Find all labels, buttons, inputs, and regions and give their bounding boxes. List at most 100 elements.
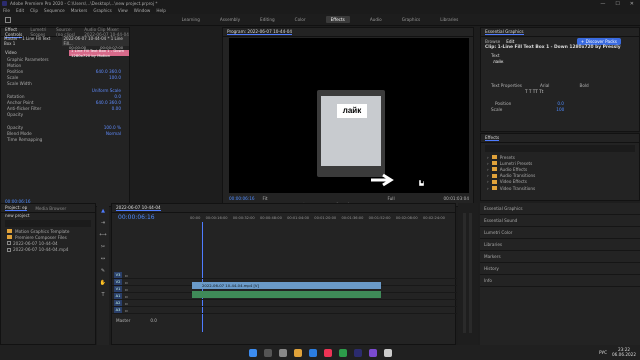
menu-item-file[interactable]: File <box>3 8 10 13</box>
menu-item-graphics[interactable]: Graphics <box>93 8 112 13</box>
project-search-input[interactable] <box>5 220 91 227</box>
workspace-graphics[interactable]: Graphics <box>402 17 421 22</box>
quality-select[interactable]: Full <box>387 196 394 201</box>
ec-property-name: Anchor Point <box>7 99 34 105</box>
menu-item-window[interactable]: Window <box>134 8 151 13</box>
track-label[interactable]: V3 <box>114 272 122 278</box>
menu-item-markers[interactable]: Markers <box>71 8 88 13</box>
clock-date[interactable]: 06.06.2022 <box>612 352 636 357</box>
workspace-learning[interactable]: Learning <box>182 17 200 22</box>
app-icon-green[interactable] <box>338 348 347 357</box>
ec-property-value[interactable]: Uniform Scale <box>92 88 121 93</box>
lock-icon[interactable]: ▫ <box>125 287 128 292</box>
lock-icon[interactable]: ▫ <box>125 308 128 313</box>
timeline-ruler[interactable]: 00:00 00:00:16:00 00:00:32:00 00:00:48:00 00… <box>190 216 455 220</box>
minimize-button[interactable]: — <box>600 1 605 7</box>
lock-icon[interactable]: ▫ <box>125 301 128 306</box>
audio-clip[interactable] <box>192 291 381 298</box>
track-label[interactable]: A3 <box>114 307 122 313</box>
start-icon[interactable] <box>248 348 257 357</box>
workspace-audio[interactable]: Audio <box>370 17 382 22</box>
timeline-title[interactable]: 2022-06-07 10-44-04 <box>116 205 161 211</box>
ec-property-value[interactable]: 640.0 360.0 <box>96 69 121 74</box>
track-label[interactable]: V1 <box>114 286 122 292</box>
menu-item-view[interactable]: View <box>118 8 128 13</box>
project-tab-0[interactable]: Project: ep <box>5 205 28 211</box>
workspace-effects[interactable]: Effects <box>325 16 350 23</box>
program-timecode[interactable]: 00:00:06:16 <box>229 196 255 201</box>
track-label[interactable]: V2 <box>114 279 122 285</box>
lock-icon[interactable]: ▫ <box>125 280 128 285</box>
tab-browse[interactable]: Browse <box>485 39 500 44</box>
overlay-text-box[interactable]: лайк <box>337 104 367 118</box>
ec-property-row[interactable]: Time Remapping <box>1 136 129 142</box>
master-label[interactable]: Master * 1 Line Fill Text Box 1 <box>4 36 58 46</box>
master-track-value[interactable]: 0.0 <box>150 318 157 323</box>
ec-property-value[interactable]: 100.0 <box>109 75 121 80</box>
workspace-editing[interactable]: Editing <box>260 17 275 22</box>
side-section-header[interactable]: Lumetri Color <box>480 227 640 239</box>
edge-icon[interactable] <box>308 348 317 357</box>
essential-graphics-title[interactable]: Essential Graphics <box>485 29 524 35</box>
track-label[interactable]: A2 <box>114 300 122 306</box>
project-tab-1[interactable]: Media Browser <box>35 206 66 211</box>
effects-folder[interactable]: › Video Transitions <box>481 185 639 191</box>
explorer-icon[interactable] <box>293 348 302 357</box>
app-icon-grey[interactable] <box>383 348 392 357</box>
ripple-edit-icon[interactable]: ⟷ <box>99 232 106 238</box>
side-section-header[interactable]: History <box>480 263 640 275</box>
track-label[interactable]: A1 <box>114 293 122 299</box>
home-icon[interactable] <box>5 17 11 23</box>
menu-item-edit[interactable]: Edit <box>16 8 24 13</box>
ec-property-value[interactable]: 100.0 % <box>104 125 121 130</box>
side-section-header[interactable]: Libraries <box>480 239 640 251</box>
app-icon-purple[interactable] <box>368 348 377 357</box>
hand-tool-icon[interactable]: ✋ <box>100 280 106 286</box>
style-select[interactable]: Bold <box>579 83 588 89</box>
maximize-button[interactable]: ☐ <box>615 1 619 7</box>
project-item[interactable]: 2022-06-07 10-44-04.mp4 <box>1 247 95 253</box>
premiere-taskbar-icon[interactable] <box>353 348 362 357</box>
text-properties-label: Text Properties <box>491 83 522 88</box>
language-indicator[interactable]: РУС <box>599 350 607 355</box>
ec-property-value[interactable]: 0.0 <box>114 94 121 99</box>
effects-title[interactable]: Effects <box>485 135 500 141</box>
fit-select[interactable]: Fit <box>263 196 268 201</box>
ec-property-value[interactable]: 0.00 <box>112 106 121 111</box>
app-icon-red[interactable] <box>323 348 332 357</box>
effects-search-input[interactable] <box>485 145 635 152</box>
scale-value[interactable]: 100 <box>556 107 564 113</box>
ec-clip-bar[interactable]: 1 Line Fill Text Box 1 - Down 1280x720 b… <box>69 48 129 58</box>
razor-tool-icon[interactable]: ✂ <box>101 244 105 250</box>
side-section-header[interactable]: Info <box>480 275 640 287</box>
track-select-icon[interactable]: ⇥ <box>101 220 105 226</box>
program-video-frame[interactable]: лайк <box>229 38 469 193</box>
ec-property-value[interactable]: Normal <box>106 131 121 136</box>
type-tool-icon[interactable]: T <box>101 292 104 298</box>
menu-item-help[interactable]: Help <box>156 8 166 13</box>
side-section-header[interactable]: Essential Graphics <box>480 203 640 215</box>
project-items: Motion Graphics Template Premiere Compose… <box>1 228 95 253</box>
pen-tool-icon[interactable]: ✎ <box>101 268 105 274</box>
timeline-timecode[interactable]: 00:00:06:16 <box>112 214 190 221</box>
side-section-header[interactable]: Essential Sound <box>480 215 640 227</box>
discover-packs-button[interactable]: + Discover Packs <box>576 37 621 45</box>
close-button[interactable]: ✕ <box>630 1 634 7</box>
ec-property-value[interactable]: 640.0 360.0 <box>96 100 121 105</box>
search-icon[interactable] <box>263 348 272 357</box>
tab-edit[interactable]: Edit <box>506 39 514 44</box>
menu-item-sequence[interactable]: Sequence <box>44 8 65 13</box>
video-clip[interactable]: 2022-06-07 10-44-04.mp4 [V] <box>192 282 381 289</box>
side-section-header[interactable]: Markers <box>480 251 640 263</box>
program-monitor-title[interactable]: Program: 2022-06-07 10-44-04 <box>227 29 293 35</box>
workspace-libraries[interactable]: Libraries <box>440 17 458 22</box>
workspace-color[interactable]: Color <box>295 17 306 22</box>
lock-icon[interactable]: ▫ <box>125 294 128 299</box>
selection-tool-icon[interactable]: ▲ <box>101 208 105 214</box>
lock-icon[interactable]: ▫ <box>125 273 128 278</box>
ruler-tick-label: 00:01:52:00 <box>368 215 391 220</box>
slip-tool-icon[interactable]: ↔ <box>101 256 105 262</box>
menu-item-clip[interactable]: Clip <box>30 8 38 13</box>
workspace-assembly[interactable]: Assembly <box>220 17 240 22</box>
task-view-icon[interactable] <box>278 348 287 357</box>
